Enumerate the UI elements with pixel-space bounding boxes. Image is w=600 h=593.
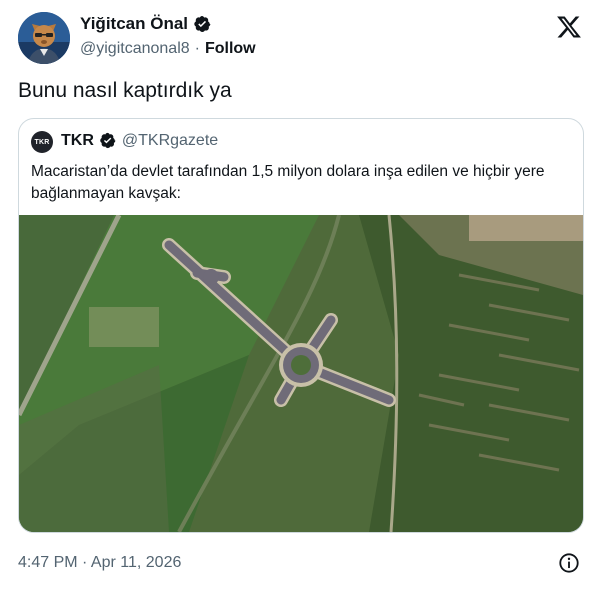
author-handle-row: @yigitcanonal8 · Follow: [80, 40, 256, 58]
author-avatar[interactable]: [18, 12, 70, 64]
verified-badge-icon: [99, 132, 117, 150]
quote-handle[interactable]: @TKRgazete: [122, 132, 218, 150]
verified-badge-icon: [193, 15, 211, 33]
tweet-timestamp[interactable]: 4:47 PM · Apr 11, 2026: [18, 554, 181, 572]
x-logo-icon[interactable]: [556, 14, 582, 40]
quote-name-row: TKR @TKRgazete: [61, 132, 218, 150]
separator-dot: ·: [194, 40, 200, 57]
author-display-name[interactable]: Yiğitcan Önal: [80, 14, 188, 34]
author-handle[interactable]: @yigitcanonal8: [80, 40, 190, 58]
quote-display-name[interactable]: TKR: [61, 132, 94, 150]
quote-text: Macaristan’da devlet tarafından 1,5 mily…: [31, 163, 545, 202]
tweet-text: Bunu nasıl kaptırdık ya: [18, 79, 232, 102]
quote-avatar[interactable]: TKR: [31, 131, 53, 153]
info-icon[interactable]: [558, 552, 580, 574]
tweet-card: Yiğitcan Önal @yigitcanonal8 · Follow Bu…: [0, 0, 600, 593]
follow-button[interactable]: Follow: [205, 40, 256, 58]
author-name-row: Yiğitcan Önal: [80, 14, 211, 34]
quoted-tweet[interactable]: TKR TKR @TKRgazete Macaristan’da devlet …: [18, 118, 584, 533]
roundabout-aerial-photo[interactable]: [19, 213, 583, 532]
